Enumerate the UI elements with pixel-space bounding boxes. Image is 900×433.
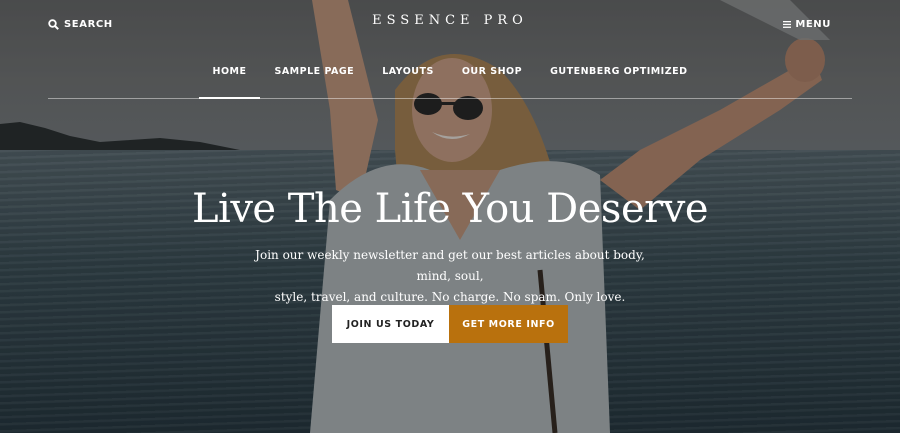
hero-subtitle-line-1: Join our weekly newsletter and get our b… <box>255 248 645 283</box>
nav-item-sample-page[interactable]: SAMPLE PAGE <box>260 62 368 99</box>
site-header: SEARCH ESSENCE PRO MENU HOME SAMPLE PAGE… <box>0 0 900 100</box>
get-more-info-button[interactable]: GET MORE INFO <box>449 305 568 343</box>
nav-item-home[interactable]: HOME <box>198 62 261 99</box>
nav-item-our-shop[interactable]: OUR SHOP <box>448 62 536 99</box>
hero-buttons: JOIN US TODAY GET MORE INFO <box>332 305 568 343</box>
nav-divider <box>48 98 852 99</box>
join-us-today-button[interactable]: JOIN US TODAY <box>332 305 449 343</box>
hero-title: Live The Life You Deserve <box>191 186 709 232</box>
nav-item-layouts[interactable]: LAYOUTS <box>368 62 448 99</box>
primary-nav: HOME SAMPLE PAGE LAYOUTS OUR SHOP GUTENB… <box>0 62 900 99</box>
hamburger-menu-icon <box>783 21 792 28</box>
site-logo[interactable]: ESSENCE PRO <box>0 13 900 28</box>
nav-item-gutenberg-optimized[interactable]: GUTENBERG OPTIMIZED <box>536 62 701 99</box>
menu-label: MENU <box>795 19 831 30</box>
hero-subtitle: Join our weekly newsletter and get our b… <box>250 245 650 308</box>
hero-section: SEARCH ESSENCE PRO MENU HOME SAMPLE PAGE… <box>0 0 900 433</box>
menu-button[interactable]: MENU <box>783 19 831 30</box>
